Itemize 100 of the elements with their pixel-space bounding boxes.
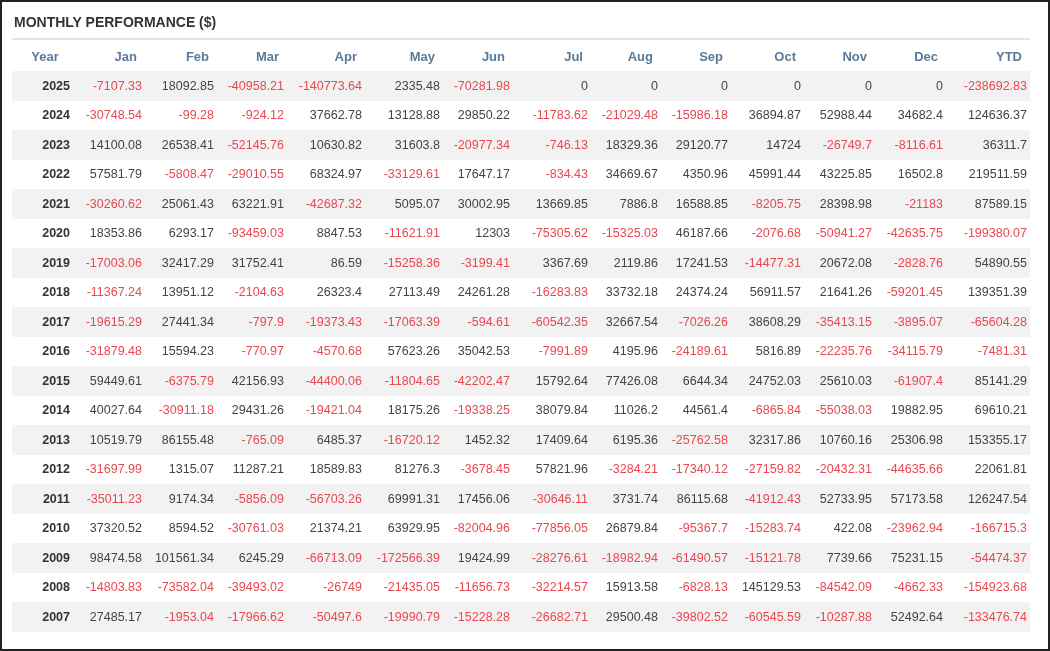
year-cell: 2013 xyxy=(12,425,78,455)
value-cell: -6828.13 xyxy=(661,572,731,602)
value-cell: -15283.74 xyxy=(731,513,804,543)
value-cell: 10630.82 xyxy=(287,130,365,160)
value-cell: -11783.62 xyxy=(513,100,591,130)
value-cell: -26749.7 xyxy=(804,130,875,160)
value-cell: -26682.71 xyxy=(513,602,591,632)
column-header: Jul xyxy=(513,42,591,71)
value-cell: -82004.96 xyxy=(443,513,513,543)
value-cell: -238692.83 xyxy=(946,71,1030,101)
value-cell: -4662.33 xyxy=(875,572,946,602)
value-cell: 0 xyxy=(661,71,731,101)
value-cell: 42156.93 xyxy=(217,366,287,396)
value-cell: -17063.39 xyxy=(365,307,443,337)
value-cell: 57623.26 xyxy=(365,336,443,366)
value-cell: 3731.74 xyxy=(591,484,661,514)
value-cell: 17647.17 xyxy=(443,159,513,189)
value-cell: 25061.43 xyxy=(145,189,217,219)
value-cell: 6485.37 xyxy=(287,425,365,455)
value-cell: -6865.84 xyxy=(731,395,804,425)
value-cell: -42687.32 xyxy=(287,189,365,219)
value-cell: 4195.96 xyxy=(591,336,661,366)
value-cell: 0 xyxy=(875,71,946,101)
value-cell: -17340.12 xyxy=(661,454,731,484)
value-cell: -15325.03 xyxy=(591,218,661,248)
value-cell: 8594.52 xyxy=(145,513,217,543)
panel-title: MONTHLY PERFORMANCE ($) xyxy=(12,12,1030,40)
year-cell: 2009 xyxy=(12,543,78,573)
value-cell: 14724 xyxy=(731,130,804,160)
value-cell: 10760.16 xyxy=(804,425,875,455)
value-cell: -765.09 xyxy=(217,425,287,455)
value-cell: 24752.03 xyxy=(731,366,804,396)
value-cell: 28398.98 xyxy=(804,189,875,219)
value-cell: -30748.54 xyxy=(78,100,145,130)
column-header: Feb xyxy=(145,42,217,71)
value-cell: -19421.04 xyxy=(287,395,365,425)
value-cell: 52733.95 xyxy=(804,484,875,514)
value-cell: 15594.23 xyxy=(145,336,217,366)
value-cell: 17456.06 xyxy=(443,484,513,514)
value-cell: 57581.79 xyxy=(78,159,145,189)
value-cell: -15258.36 xyxy=(365,248,443,278)
value-cell: -770.97 xyxy=(217,336,287,366)
value-cell: -16720.12 xyxy=(365,425,443,455)
value-cell: 6245.29 xyxy=(217,543,287,573)
value-cell: -2076.68 xyxy=(731,218,804,248)
value-cell: 33732.18 xyxy=(591,277,661,307)
value-cell: -56703.26 xyxy=(287,484,365,514)
value-cell: 16502.8 xyxy=(875,159,946,189)
value-cell: 6293.17 xyxy=(145,218,217,248)
value-cell: -59201.45 xyxy=(875,277,946,307)
value-cell: 38608.29 xyxy=(731,307,804,337)
value-cell: 81276.3 xyxy=(365,454,443,484)
value-cell: -10287.88 xyxy=(804,602,875,632)
value-cell: -41912.43 xyxy=(731,484,804,514)
value-cell: -5808.47 xyxy=(145,159,217,189)
value-cell: -924.12 xyxy=(217,100,287,130)
value-cell: 26323.4 xyxy=(287,277,365,307)
value-cell: -15228.28 xyxy=(443,602,513,632)
value-cell: 0 xyxy=(804,71,875,101)
value-cell: -14477.31 xyxy=(731,248,804,278)
value-cell: 124636.37 xyxy=(946,100,1030,130)
value-cell: -11804.65 xyxy=(365,366,443,396)
value-cell: -42635.75 xyxy=(875,218,946,248)
year-cell: 2025 xyxy=(12,71,78,101)
value-cell: -73582.04 xyxy=(145,572,217,602)
value-cell: -746.13 xyxy=(513,130,591,160)
value-cell: 26879.84 xyxy=(591,513,661,543)
value-cell: 77426.08 xyxy=(591,366,661,396)
value-cell: 17409.64 xyxy=(513,425,591,455)
year-cell: 2008 xyxy=(12,572,78,602)
value-cell: -66713.09 xyxy=(287,543,365,573)
value-cell: -54474.37 xyxy=(946,543,1030,573)
column-header: Jan xyxy=(78,42,145,71)
value-cell: -20977.34 xyxy=(443,130,513,160)
value-cell: -11656.73 xyxy=(443,572,513,602)
value-cell: -19338.25 xyxy=(443,395,513,425)
year-cell: 2020 xyxy=(12,218,78,248)
value-cell: 29120.77 xyxy=(661,130,731,160)
value-cell: -44635.66 xyxy=(875,454,946,484)
year-cell: 2018 xyxy=(12,277,78,307)
value-cell: -28276.61 xyxy=(513,543,591,573)
value-cell: 18175.26 xyxy=(365,395,443,425)
value-cell: -21183 xyxy=(875,189,946,219)
value-cell: 126247.54 xyxy=(946,484,1030,514)
value-cell: -8205.75 xyxy=(731,189,804,219)
value-cell: -29010.55 xyxy=(217,159,287,189)
value-cell: -55038.03 xyxy=(804,395,875,425)
value-cell: -35011.23 xyxy=(78,484,145,514)
value-cell: 57821.96 xyxy=(513,454,591,484)
value-cell: -17003.06 xyxy=(78,248,145,278)
year-cell: 2017 xyxy=(12,307,78,337)
value-cell: -84542.09 xyxy=(804,572,875,602)
value-cell: 0 xyxy=(591,71,661,101)
value-cell: 219511.59 xyxy=(946,159,1030,189)
value-cell: -6375.79 xyxy=(145,366,217,396)
value-cell: -99.28 xyxy=(145,100,217,130)
value-cell: 8847.53 xyxy=(287,218,365,248)
value-cell: -7107.33 xyxy=(78,71,145,101)
value-cell: -11621.91 xyxy=(365,218,443,248)
column-header: Dec xyxy=(875,42,946,71)
